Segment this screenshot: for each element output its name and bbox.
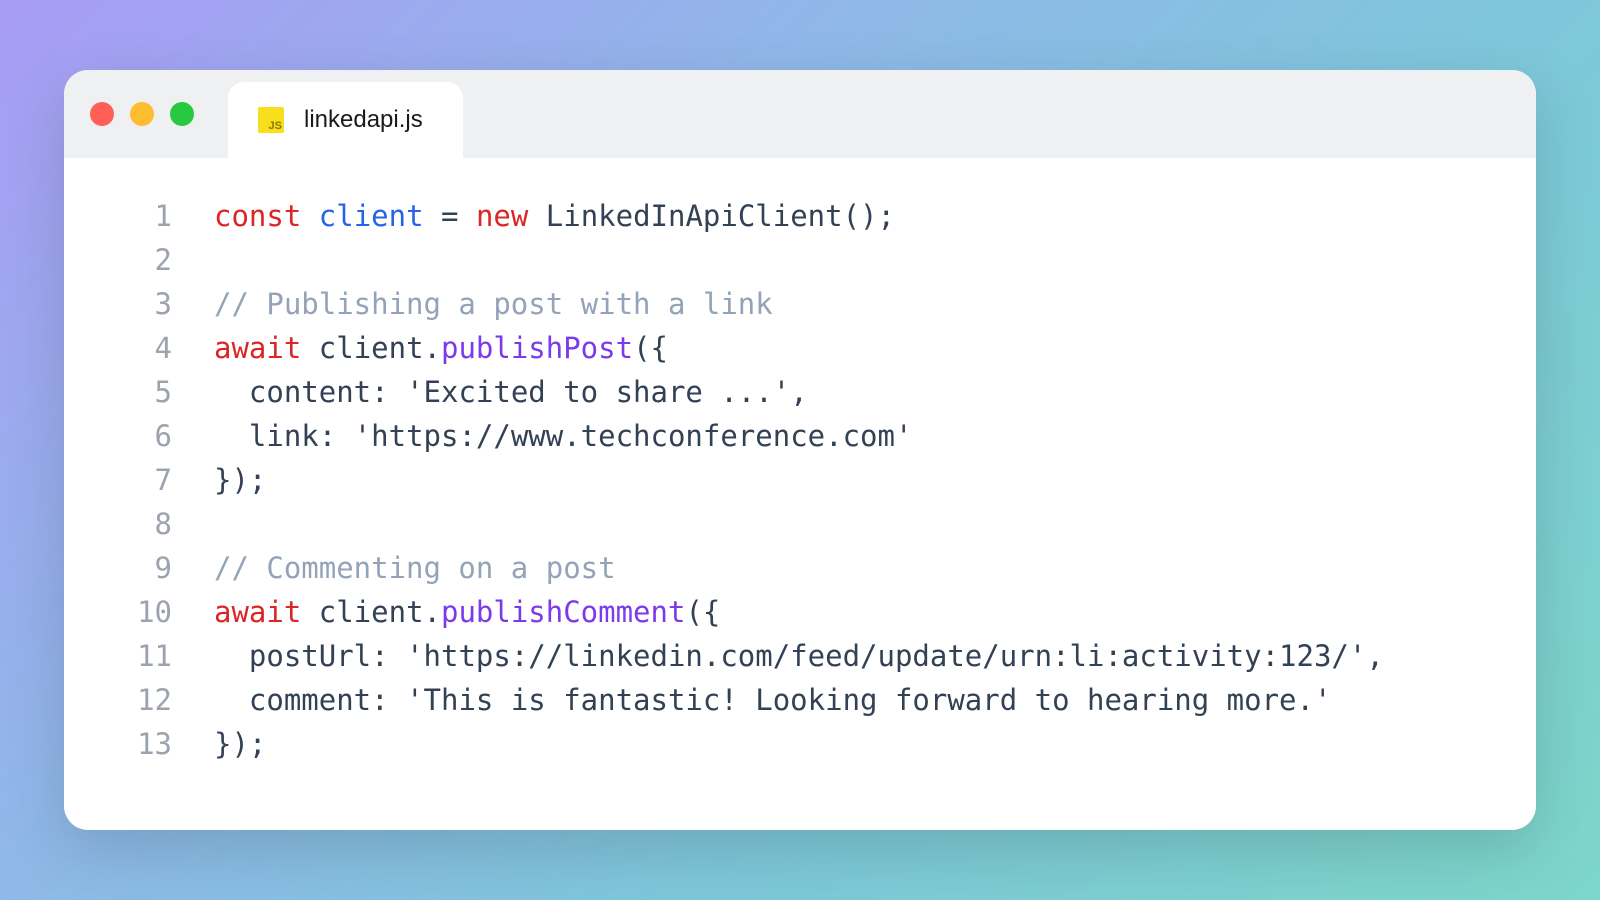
line-number: 4 bbox=[64, 326, 214, 370]
code-line: 11 postUrl: 'https://linkedin.com/feed/u… bbox=[64, 634, 1536, 678]
code-line: 3 // Publishing a post with a link bbox=[64, 282, 1536, 326]
maximize-icon[interactable] bbox=[170, 102, 194, 126]
titlebar: JS linkedapi.js bbox=[64, 70, 1536, 158]
code-editor[interactable]: 1 const client = new LinkedInApiClient()… bbox=[64, 158, 1536, 830]
code-line: 7 }); bbox=[64, 458, 1536, 502]
code-line: 8 bbox=[64, 502, 1536, 546]
code-line: 10 await client.publishComment({ bbox=[64, 590, 1536, 634]
code-line: 5 content: 'Excited to share ...', bbox=[64, 370, 1536, 414]
code-line: 1 const client = new LinkedInApiClient()… bbox=[64, 194, 1536, 238]
traffic-lights bbox=[90, 102, 194, 126]
line-number: 3 bbox=[64, 282, 214, 326]
code-line: 12 comment: 'This is fantastic! Looking … bbox=[64, 678, 1536, 722]
line-number: 13 bbox=[64, 722, 214, 766]
line-number: 11 bbox=[64, 634, 214, 678]
code-line: 4 await client.publishPost({ bbox=[64, 326, 1536, 370]
tab-file[interactable]: JS linkedapi.js bbox=[228, 82, 463, 158]
close-icon[interactable] bbox=[90, 102, 114, 126]
code-line: 13 }); bbox=[64, 722, 1536, 766]
tab-filename: linkedapi.js bbox=[304, 106, 423, 134]
editor-window: JS linkedapi.js 1 const client = new Lin… bbox=[64, 70, 1536, 830]
line-number: 8 bbox=[64, 502, 214, 546]
code-line: 2 bbox=[64, 238, 1536, 282]
line-number: 12 bbox=[64, 678, 214, 722]
line-number: 5 bbox=[64, 370, 214, 414]
js-file-icon: JS bbox=[258, 107, 284, 133]
code-line: 9 // Commenting on a post bbox=[64, 546, 1536, 590]
line-number: 7 bbox=[64, 458, 214, 502]
line-number: 1 bbox=[64, 194, 214, 238]
line-number: 9 bbox=[64, 546, 214, 590]
line-number: 6 bbox=[64, 414, 214, 458]
minimize-icon[interactable] bbox=[130, 102, 154, 126]
line-number: 10 bbox=[64, 590, 214, 634]
line-number: 2 bbox=[64, 238, 214, 282]
code-line: 6 link: 'https://www.techconference.com' bbox=[64, 414, 1536, 458]
